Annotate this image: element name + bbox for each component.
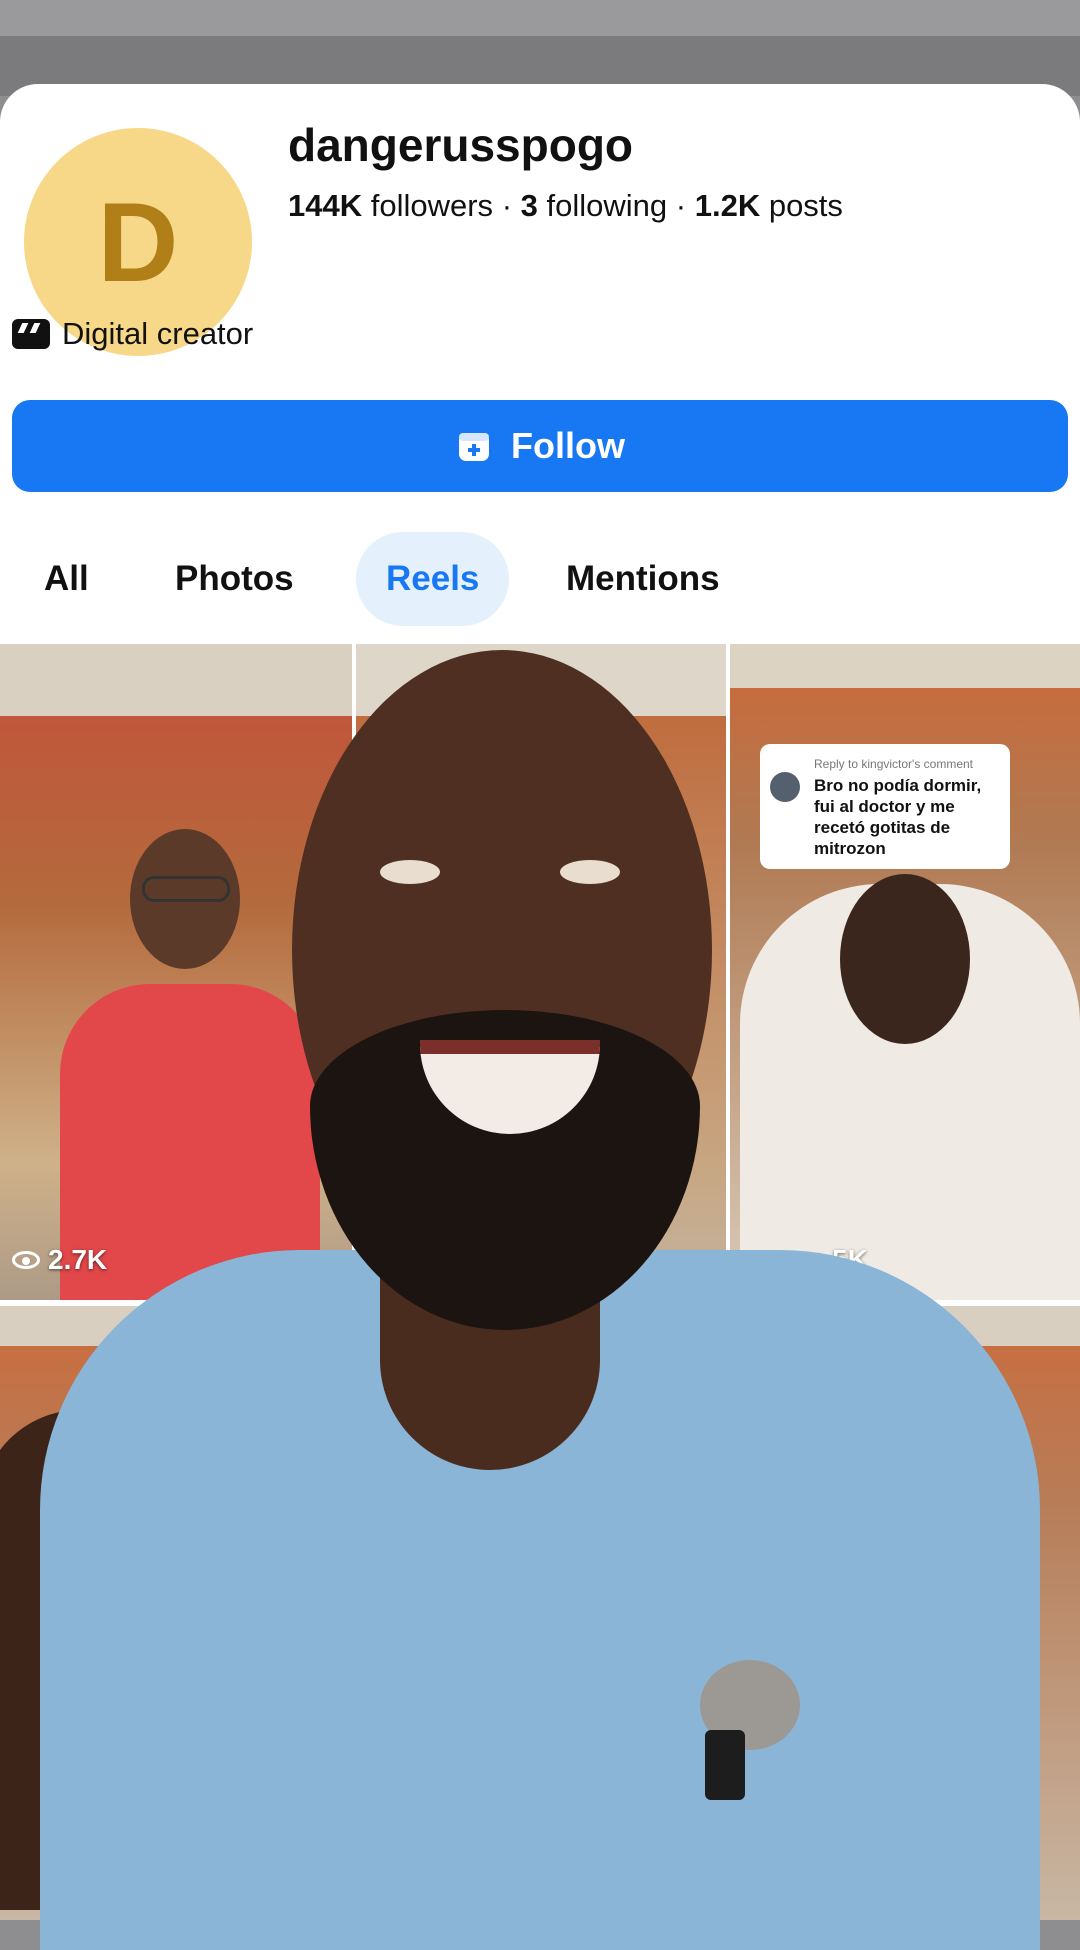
tab-all[interactable]: All bbox=[44, 532, 89, 626]
reel-views-count: 5K bbox=[832, 1244, 868, 1275]
profile-category: Digital creator bbox=[12, 316, 253, 352]
follow-button[interactable]: Follow bbox=[12, 400, 1068, 492]
posts-count: 1.2K bbox=[694, 188, 761, 223]
tab-photos[interactable]: Photos bbox=[175, 532, 294, 626]
following-label[interactable]: following bbox=[547, 188, 668, 223]
reel-thumbnail-row-2[interactable] bbox=[0, 1306, 1080, 1920]
followers-label[interactable]: followers bbox=[371, 188, 493, 223]
profile-username[interactable]: dangerusspogo bbox=[288, 118, 633, 172]
comment-avatar bbox=[770, 772, 800, 802]
category-label: Digital creator bbox=[62, 316, 254, 351]
comment-reply-label: Reply to kingvictor's comment bbox=[814, 757, 974, 771]
profile-stats: 144K followers · 3 following · 1.2K post… bbox=[288, 188, 843, 224]
reel-thumbnail-3[interactable]: Reply to kingvictor's comment Bro no pod… bbox=[730, 644, 1080, 1300]
stats-separator: · bbox=[501, 188, 513, 223]
follow-label: Follow bbox=[511, 425, 625, 466]
add-person-icon bbox=[459, 433, 489, 461]
reel-thumbnail-2[interactable] bbox=[356, 644, 726, 1300]
tab-mentions[interactable]: Mentions bbox=[566, 532, 720, 626]
clapperboard-icon bbox=[12, 319, 50, 349]
eye-icon bbox=[12, 1251, 40, 1269]
followers-count[interactable]: 144K bbox=[288, 188, 362, 223]
following-count[interactable]: 3 bbox=[521, 188, 538, 223]
tab-reels[interactable]: Reels bbox=[356, 532, 510, 626]
status-bar bbox=[0, 0, 1080, 36]
comment-text: Bro no podía dormir, fui al doctor y me … bbox=[814, 776, 982, 858]
posts-label: posts bbox=[768, 188, 843, 223]
reels-grid: 2.7K Reply to kingvictor's comment Bro n… bbox=[0, 644, 1080, 1920]
reel-views: 2.7K bbox=[12, 1244, 107, 1276]
reel-thumbnail-1[interactable]: 2.7K bbox=[0, 644, 352, 1300]
reel-person-glasses bbox=[142, 876, 230, 902]
reel-comment-sticker: Reply to kingvictor's comment Bro no pod… bbox=[760, 744, 1010, 869]
reel-person-head bbox=[840, 874, 970, 1044]
profile-tabs: All Photos Reels Mentions bbox=[0, 532, 1080, 626]
stats-separator: · bbox=[675, 188, 687, 223]
reel-views-count: 2.7K bbox=[48, 1244, 108, 1275]
avatar-letter: D bbox=[97, 179, 179, 305]
